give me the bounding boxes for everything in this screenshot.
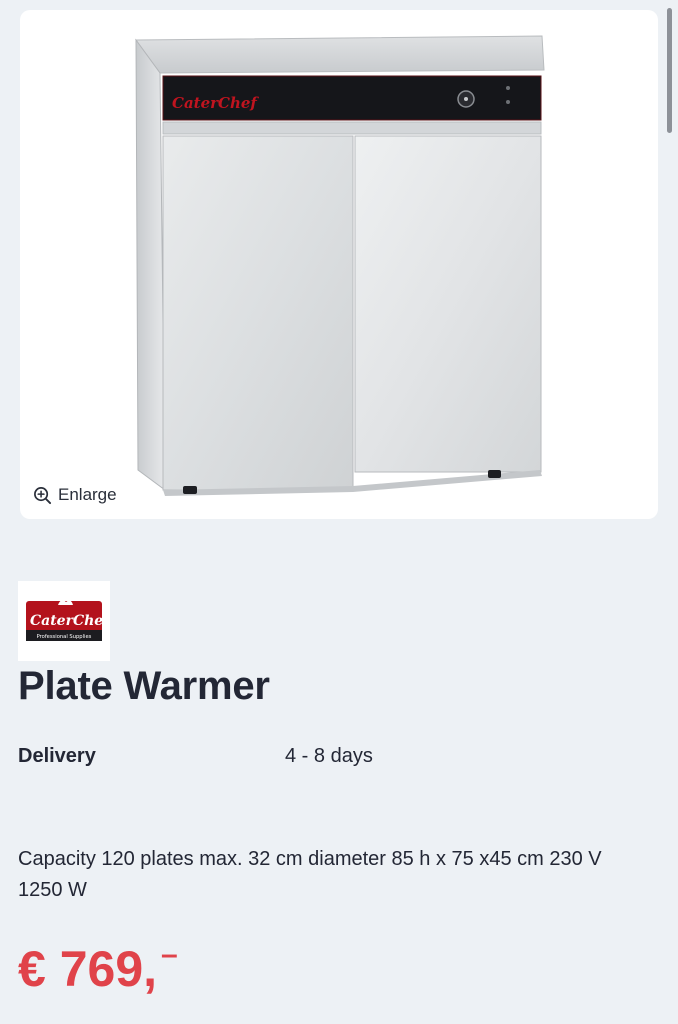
product-page: CaterChef Enlarge CaterChef Professional… xyxy=(0,0,678,1024)
price-amount: € 769, xyxy=(18,941,158,997)
caterchef-logo-icon: CaterChef Professional Supplies xyxy=(26,600,110,641)
product-image-card[interactable]: CaterChef Enlarge xyxy=(20,10,658,519)
product-price: € 769, – xyxy=(18,938,178,998)
vertical-scrollbar[interactable] xyxy=(667,8,672,133)
zoom-in-icon xyxy=(34,486,52,504)
product-title: Plate Warmer xyxy=(18,664,270,708)
brand-logo-text: CaterChef xyxy=(30,613,110,629)
enlarge-label: Enlarge xyxy=(58,485,117,504)
brand-tagline-text: Professional Supplies xyxy=(37,634,92,640)
price-suffix: – xyxy=(161,938,178,971)
product-image[interactable]: CaterChef xyxy=(20,10,658,519)
brand-logo[interactable]: CaterChef Professional Supplies xyxy=(18,581,110,661)
delivery-value: 4 - 8 days xyxy=(285,745,373,767)
delivery-label: Delivery xyxy=(18,745,96,767)
enlarge-button[interactable]: Enlarge xyxy=(33,484,117,506)
svg-text:CaterChef: CaterChef xyxy=(172,94,259,112)
product-description: Capacity 120 plates max. 32 cm diameter … xyxy=(18,848,602,901)
